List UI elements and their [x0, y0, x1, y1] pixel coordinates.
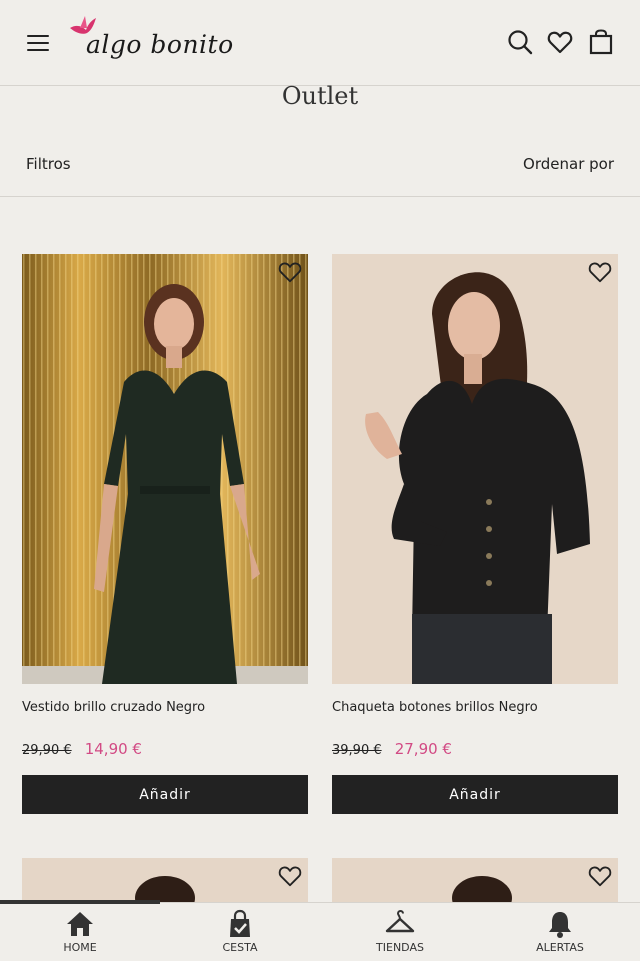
bell-icon	[549, 912, 571, 938]
hamburger-icon[interactable]	[27, 35, 49, 53]
product-photo-partial	[452, 876, 512, 902]
product-prices: 39,90 € 27,90 €	[332, 739, 452, 758]
wishlist-heart-icon[interactable]	[588, 864, 612, 888]
product-name[interactable]: Chaqueta botones brillos Negro	[332, 700, 538, 715]
jacket-photo	[332, 254, 618, 684]
product-card[interactable]: Chaqueta botones brillos Negro 39,90 € 2…	[332, 254, 618, 814]
product-image-partial[interactable]	[22, 858, 308, 902]
product-image-partial[interactable]	[332, 858, 618, 902]
sort-button[interactable]: Ordenar por	[523, 155, 614, 173]
nav-home[interactable]: HOME	[20, 909, 140, 954]
add-to-cart-button[interactable]: Añadir	[332, 775, 618, 814]
product-photo-partial	[135, 876, 195, 902]
nav-label: ALERTAS	[536, 941, 584, 954]
basket-icon	[230, 909, 250, 937]
nav-alerts[interactable]: ALERTAS	[500, 909, 620, 954]
product-card[interactable]: Vestido brillo cruzado Negro 29,90 € 14,…	[22, 254, 308, 814]
logo-text: algo bonito	[86, 30, 234, 59]
search-icon[interactable]	[507, 29, 533, 55]
add-to-cart-button[interactable]: Añadir	[22, 775, 308, 814]
shopping-bag-icon[interactable]	[588, 29, 614, 55]
nav-stores[interactable]: TIENDAS	[340, 909, 460, 954]
dress-photo	[22, 254, 308, 684]
wishlist-heart-icon[interactable]	[588, 260, 612, 284]
nav-label: HOME	[63, 941, 97, 954]
product-name[interactable]: Vestido brillo cruzado Negro	[22, 700, 205, 715]
brand-logo[interactable]: algo bonito	[68, 14, 233, 74]
old-price: 29,90 €	[22, 743, 72, 758]
sale-price: 27,90 €	[394, 740, 452, 758]
product-image[interactable]	[332, 254, 618, 684]
top-header: algo bonito	[0, 0, 640, 86]
hanger-icon	[385, 909, 415, 933]
bottom-navigation: HOME CESTA TIENDAS ALERTAS	[0, 902, 640, 961]
nav-label: CESTA	[222, 941, 258, 954]
wishlist-heart-icon[interactable]	[278, 260, 302, 284]
nav-basket[interactable]: CESTA	[180, 909, 300, 954]
filters-button[interactable]: Filtros	[26, 155, 71, 173]
scroll-progress-bar	[0, 900, 160, 904]
sale-price: 14,90 €	[84, 740, 142, 758]
nav-label: TIENDAS	[376, 941, 424, 954]
product-prices: 29,90 € 14,90 €	[22, 739, 142, 758]
page-title: Outlet	[281, 82, 359, 110]
old-price: 39,90 €	[332, 743, 382, 758]
home-icon	[67, 912, 93, 936]
wishlist-heart-icon[interactable]	[278, 864, 302, 888]
filter-sort-bar: Filtros Ordenar por	[0, 138, 640, 197]
product-image[interactable]	[22, 254, 308, 684]
heart-icon[interactable]	[547, 29, 573, 55]
